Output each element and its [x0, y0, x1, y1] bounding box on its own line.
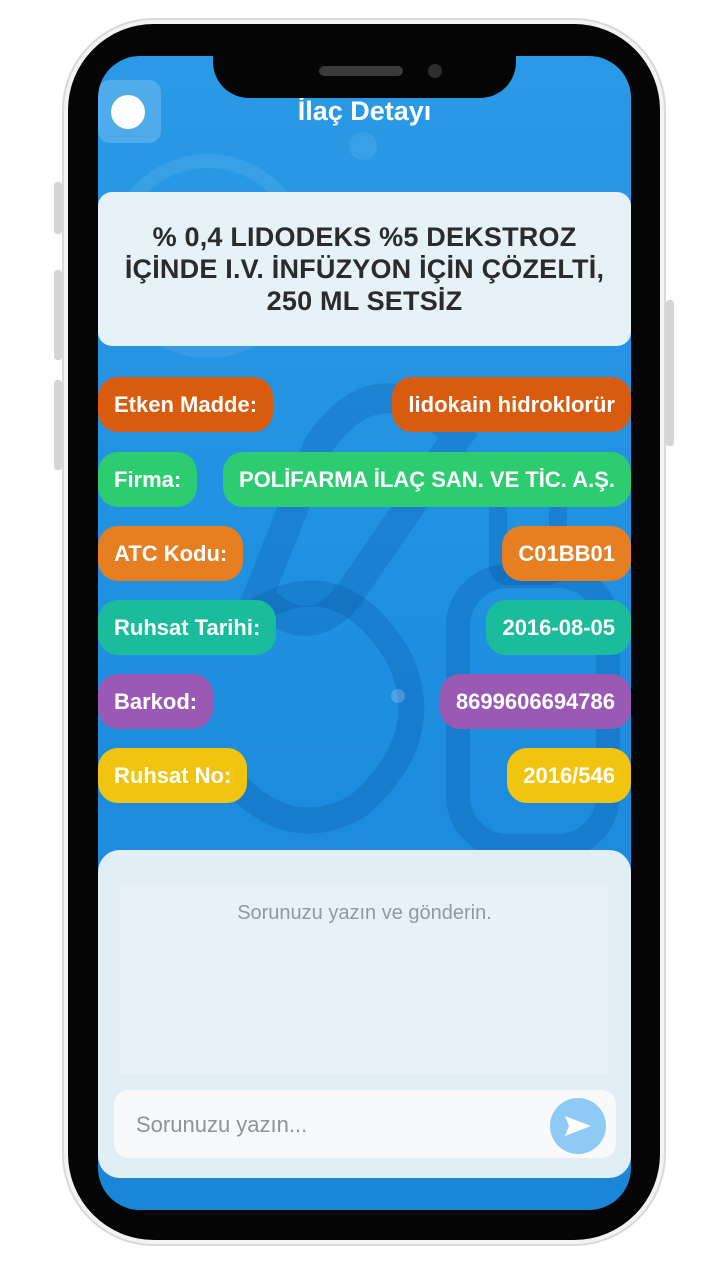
mute-switch: [54, 182, 62, 234]
barcode-value: 8699606694786: [439, 674, 631, 729]
drug-name-card: % 0,4 LIDODEKS %5 DEKSTROZ İÇİNDE I.V. İ…: [98, 192, 631, 346]
drug-name: % 0,4 LIDODEKS %5 DEKSTROZ İÇİNDE I.V. İ…: [124, 222, 605, 316]
chat-input-wrapper: [114, 1090, 616, 1158]
send-icon: [565, 1116, 591, 1136]
company-label: Firma:: [98, 452, 198, 507]
power-button: [666, 300, 674, 446]
camera: [428, 64, 442, 78]
barcode-label: Barkod:: [98, 674, 214, 729]
notch: [213, 24, 516, 98]
active-ingredient-value: lidokain hidroklorür: [392, 377, 631, 432]
volume-up-button: [54, 270, 62, 360]
license-date-value: 2016-08-05: [486, 600, 631, 655]
app-screen: İlaç Detayı % 0,4 LIDODEKS %5 DEKSTROZ İ…: [98, 56, 631, 1210]
atc-code-label: ATC Kodu:: [98, 526, 244, 581]
page-title: İlaç Detayı: [297, 96, 432, 126]
speaker: [319, 66, 403, 76]
chat-empty-hint: Sorunuzu yazın ve gönderin.: [237, 902, 492, 924]
company-value: POLİFARMA İLAÇ SAN. VE TİC. A.Ş.: [222, 452, 631, 507]
license-number-label: Ruhsat No:: [98, 748, 248, 803]
active-ingredient-label: Etken Madde:: [98, 377, 274, 432]
license-date-label: Ruhsat Tarihi:: [98, 600, 277, 655]
volume-down-button: [54, 380, 62, 470]
send-button[interactable]: [550, 1098, 606, 1154]
atc-code-value: C01BB01: [502, 526, 631, 581]
question-input[interactable]: [134, 1104, 548, 1146]
license-number-value: 2016/546: [507, 748, 631, 803]
